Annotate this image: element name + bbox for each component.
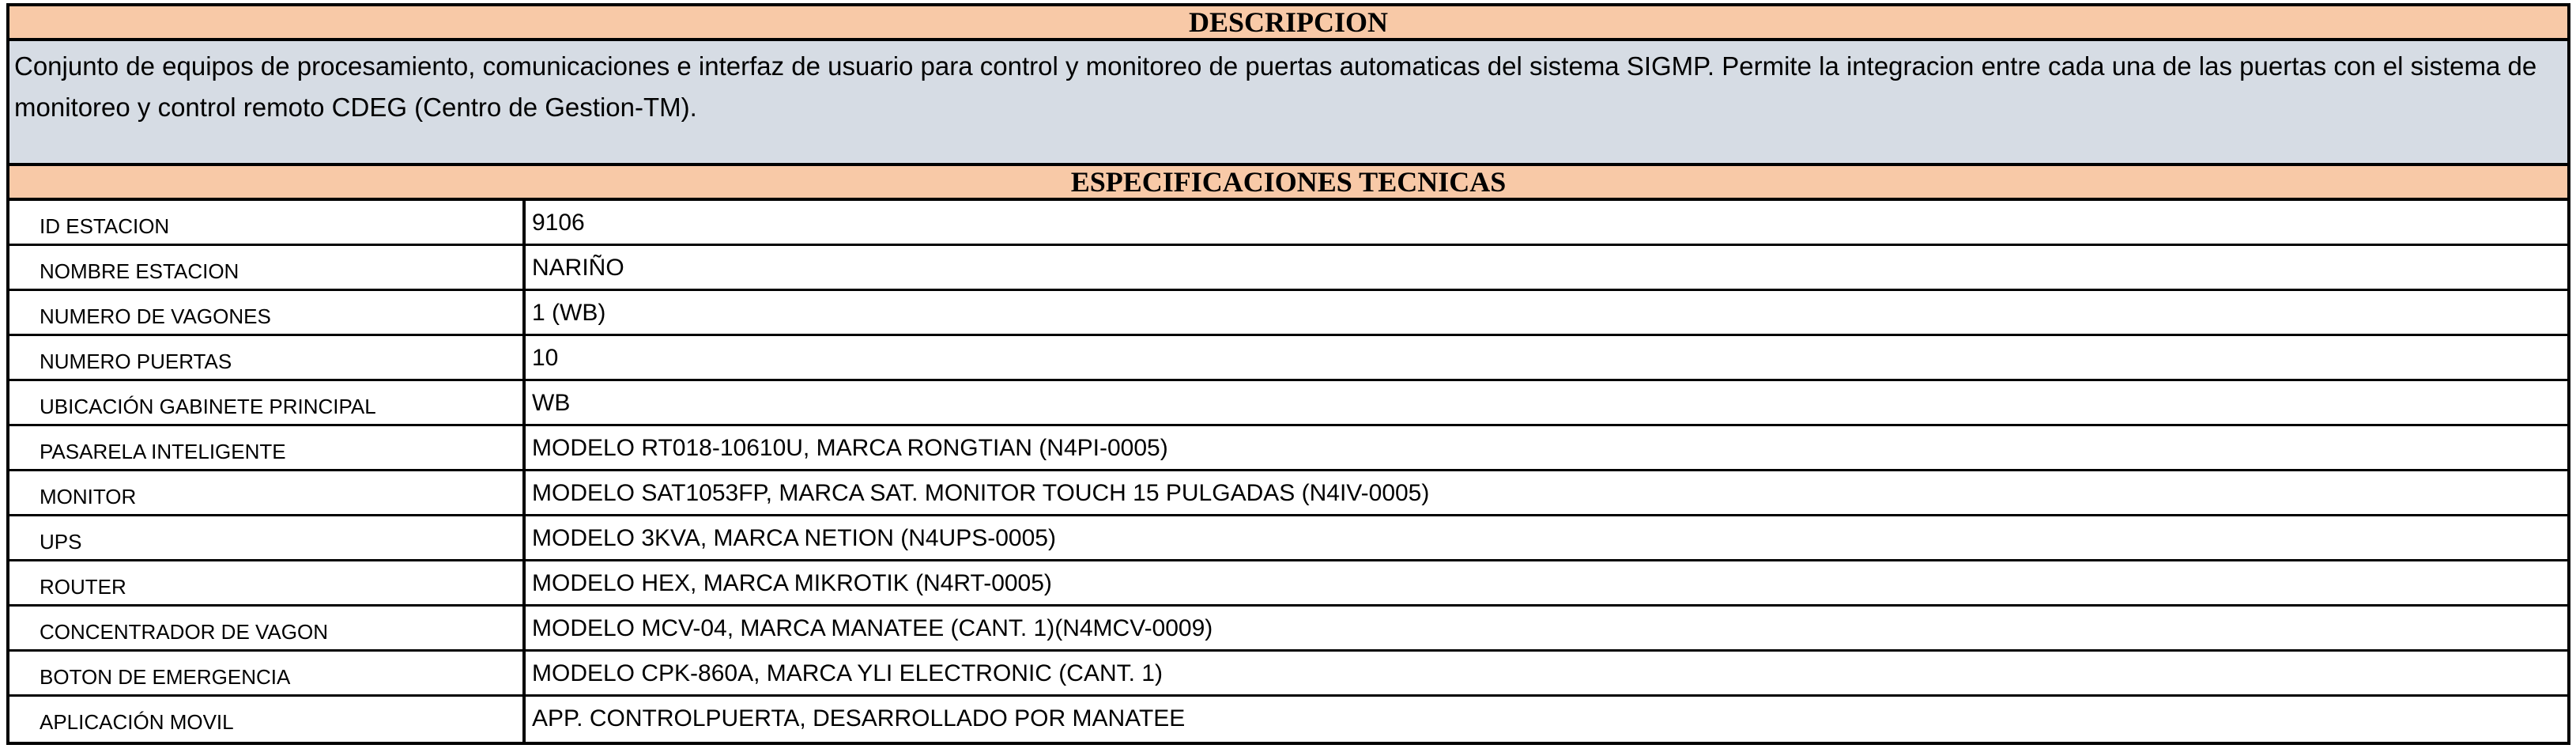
spec-label: NUMERO PUERTAS [9, 336, 526, 379]
spec-row: NUMERO PUERTAS 10 [9, 336, 2567, 381]
spec-row: MONITOR MODELO SAT1053FP, MARCA SAT. MONI… [9, 471, 2567, 516]
description-text: Conjunto de equipos de procesamiento, co… [9, 41, 2567, 166]
spec-label: PASARELA INTELIGENTE [9, 426, 526, 469]
spec-value: MODELO 3KVA, MARCA NETION (N4UPS-0005) [532, 525, 1056, 551]
spec-row: APLICACIÓN MOVIL APP. CONTROLPUERTA, DESA… [9, 697, 2567, 742]
spec-row: NOMBRE ESTACION NARIÑO [9, 246, 2567, 291]
spec-label: MONITOR [9, 471, 526, 514]
spec-value: APP. CONTROLPUERTA, DESARROLLADO POR MAN… [532, 705, 1186, 731]
spec-row: ROUTER MODELO HEX, MARCA MIKROTIK (N4RT-0… [9, 561, 2567, 607]
spec-label: BOTON DE EMERGENCIA [9, 652, 526, 694]
spec-row: UBICACIÓN GABINETE PRINCIPAL WB [9, 381, 2567, 426]
spec-value: 10 [532, 345, 559, 371]
spec-label: NOMBRE ESTACION [9, 246, 526, 289]
spec-row: BOTON DE EMERGENCIA MODELO CPK-860A, MARC… [9, 652, 2567, 697]
spec-value: MODELO RT018-10610U, MARCA RONGTIAN (N4P… [532, 435, 1168, 461]
spec-row: ID ESTACION 9106 [9, 201, 2567, 246]
spec-value: 9106 [532, 210, 585, 236]
spec-value: NARIÑO [532, 255, 624, 281]
spec-row: CONCENTRADOR DE VAGON MODELO MCV-04, MARC… [9, 607, 2567, 652]
spec-value: MODELO CPK-860A, MARCA YLI ELECTRONIC (C… [532, 660, 1163, 686]
description-header: DESCRIPCION [9, 6, 2567, 41]
specs-table: ID ESTACION 9106 NOMBRE ESTACION NARIÑO NUME… [9, 201, 2567, 742]
spec-label: CONCENTRADOR DE VAGON [9, 607, 526, 649]
spec-value: 1 (WB) [532, 300, 606, 326]
spec-label: ID ESTACION [9, 201, 526, 244]
spec-row: NUMERO DE VAGONES 1 (WB) [9, 291, 2567, 336]
spec-value: MODELO HEX, MARCA MIKROTIK (N4RT-0005) [532, 570, 1052, 596]
spec-value: MODELO SAT1053FP, MARCA SAT. MONITOR TOU… [532, 480, 1430, 506]
spec-value: WB [532, 390, 571, 416]
spec-row: UPS MODELO 3KVA, MARCA NETION (N4UPS-0005… [9, 516, 2567, 561]
spec-value: MODELO MCV-04, MARCA MANATEE (CANT. 1)(N… [532, 615, 1213, 641]
spec-label: UPS [9, 516, 526, 559]
specs-header: ESPECIFICACIONES TECNICAS [9, 166, 2567, 201]
spec-sheet: DESCRIPCION Conjunto de equipos de proce… [6, 3, 2570, 745]
spec-row: PASARELA INTELIGENTE MODELO RT018-10610U,… [9, 426, 2567, 471]
spec-label: APLICACIÓN MOVIL [9, 697, 526, 742]
spec-label: NUMERO DE VAGONES [9, 291, 526, 334]
spec-label: UBICACIÓN GABINETE PRINCIPAL [9, 381, 526, 424]
spec-label: ROUTER [9, 561, 526, 604]
